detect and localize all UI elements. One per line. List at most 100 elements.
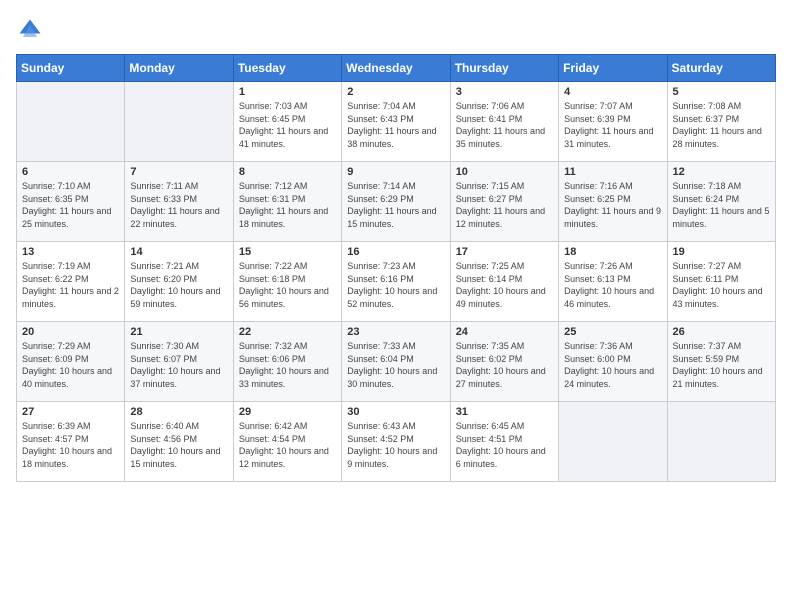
day-info: Sunrise: 7:04 AM Sunset: 6:43 PM Dayligh… xyxy=(347,100,444,150)
day-number: 7 xyxy=(130,166,227,178)
day-number: 29 xyxy=(239,406,336,418)
week-row-3: 13Sunrise: 7:19 AM Sunset: 6:22 PM Dayli… xyxy=(17,242,776,322)
table-cell: 31Sunrise: 6:45 AM Sunset: 4:51 PM Dayli… xyxy=(450,402,558,482)
day-number: 17 xyxy=(456,246,553,258)
day-number: 2 xyxy=(347,86,444,98)
table-cell: 2 Sunrise: 7:04 AM Sunset: 6:43 PM Daylig… xyxy=(342,82,450,162)
table-cell: 4 Sunrise: 7:07 AM Sunset: 6:39 PM Daylig… xyxy=(559,82,667,162)
calendar-body: 1Sunrise: 7:03 AM Sunset: 6:45 PM Daylig… xyxy=(17,82,776,482)
day-number: 30 xyxy=(347,406,444,418)
table-cell: 22 Sunrise: 7:32 AM Sunset: 6:06 PM Dayli… xyxy=(233,322,341,402)
day-info: Sunrise: 6:43 AM Sunset: 4:52 PM Dayligh… xyxy=(347,420,444,470)
day-number: 12 xyxy=(673,166,770,178)
day-number: 27 xyxy=(22,406,119,418)
day-info: Sunrise: 7:12 AM Sunset: 6:31 PM Dayligh… xyxy=(239,180,336,230)
table-cell: 23 Sunrise: 7:33 AM Sunset: 6:04 PM Dayli… xyxy=(342,322,450,402)
table-cell: 1Sunrise: 7:03 AM Sunset: 6:45 PM Daylig… xyxy=(233,82,341,162)
table-cell: 26Sunrise: 7:37 AM Sunset: 5:59 PM Dayli… xyxy=(667,322,775,402)
day-number: 26 xyxy=(673,326,770,338)
day-number: 18 xyxy=(564,246,661,258)
day-info: Sunrise: 6:45 AM Sunset: 4:51 PM Dayligh… xyxy=(456,420,553,470)
day-number: 8 xyxy=(239,166,336,178)
calendar-header: SundayMondayTuesdayWednesdayThursdayFrid… xyxy=(17,55,776,82)
table-cell: 21 Sunrise: 7:30 AM Sunset: 6:07 PM Dayli… xyxy=(125,322,233,402)
table-cell: 30 Sunrise: 6:43 AM Sunset: 4:52 PM Dayli… xyxy=(342,402,450,482)
day-number: 28 xyxy=(130,406,227,418)
day-number: 3 xyxy=(456,86,553,98)
day-info: Sunrise: 7:29 AM Sunset: 6:09 PM Dayligh… xyxy=(22,340,119,390)
table-cell: 7 Sunrise: 7:11 AM Sunset: 6:33 PM Daylig… xyxy=(125,162,233,242)
header-wednesday: Wednesday xyxy=(342,55,450,82)
week-row-4: 20 Sunrise: 7:29 AM Sunset: 6:09 PM Dayli… xyxy=(17,322,776,402)
day-number: 5 xyxy=(673,86,770,98)
week-row-2: 6 Sunrise: 7:10 AM Sunset: 6:35 PM Daylig… xyxy=(17,162,776,242)
table-cell xyxy=(125,82,233,162)
day-number: 11 xyxy=(564,166,661,178)
page-header xyxy=(16,16,776,44)
table-cell: 16 Sunrise: 7:23 AM Sunset: 6:16 PM Dayli… xyxy=(342,242,450,322)
header-friday: Friday xyxy=(559,55,667,82)
week-row-5: 27 Sunrise: 6:39 AM Sunset: 4:57 PM Dayli… xyxy=(17,402,776,482)
day-info: Sunrise: 7:07 AM Sunset: 6:39 PM Dayligh… xyxy=(564,100,661,150)
table-cell: 18 Sunrise: 7:26 AM Sunset: 6:13 PM Dayli… xyxy=(559,242,667,322)
header-monday: Monday xyxy=(125,55,233,82)
day-info: Sunrise: 7:18 AM Sunset: 6:24 PM Dayligh… xyxy=(673,180,770,230)
day-info: Sunrise: 7:26 AM Sunset: 6:13 PM Dayligh… xyxy=(564,260,661,310)
table-cell: 11 Sunrise: 7:16 AM Sunset: 6:25 PM Dayli… xyxy=(559,162,667,242)
table-cell: 12 Sunrise: 7:18 AM Sunset: 6:24 PM Dayli… xyxy=(667,162,775,242)
day-number: 23 xyxy=(347,326,444,338)
day-number: 15 xyxy=(239,246,336,258)
day-number: 14 xyxy=(130,246,227,258)
table-cell: 6 Sunrise: 7:10 AM Sunset: 6:35 PM Daylig… xyxy=(17,162,125,242)
table-cell: 28 Sunrise: 6:40 AM Sunset: 4:56 PM Dayli… xyxy=(125,402,233,482)
day-number: 4 xyxy=(564,86,661,98)
table-cell: 5 Sunrise: 7:08 AM Sunset: 6:37 PM Daylig… xyxy=(667,82,775,162)
day-number: 21 xyxy=(130,326,227,338)
day-info: Sunrise: 7:11 AM Sunset: 6:33 PM Dayligh… xyxy=(130,180,227,230)
day-info: Sunrise: 7:06 AM Sunset: 6:41 PM Dayligh… xyxy=(456,100,553,150)
day-info: Sunrise: 6:40 AM Sunset: 4:56 PM Dayligh… xyxy=(130,420,227,470)
table-cell: 19 Sunrise: 7:27 AM Sunset: 6:11 PM Dayli… xyxy=(667,242,775,322)
table-cell xyxy=(559,402,667,482)
day-info: Sunrise: 7:08 AM Sunset: 6:37 PM Dayligh… xyxy=(673,100,770,150)
day-number: 16 xyxy=(347,246,444,258)
table-cell: 17 Sunrise: 7:25 AM Sunset: 6:14 PM Dayli… xyxy=(450,242,558,322)
day-info: Sunrise: 6:39 AM Sunset: 4:57 PM Dayligh… xyxy=(22,420,119,470)
day-number: 9 xyxy=(347,166,444,178)
table-cell: 15Sunrise: 7:22 AM Sunset: 6:18 PM Dayli… xyxy=(233,242,341,322)
day-number: 6 xyxy=(22,166,119,178)
table-cell: 24Sunrise: 7:35 AM Sunset: 6:02 PM Dayli… xyxy=(450,322,558,402)
day-info: Sunrise: 7:27 AM Sunset: 6:11 PM Dayligh… xyxy=(673,260,770,310)
table-cell: 9 Sunrise: 7:14 AM Sunset: 6:29 PM Daylig… xyxy=(342,162,450,242)
day-info: Sunrise: 7:30 AM Sunset: 6:07 PM Dayligh… xyxy=(130,340,227,390)
table-cell xyxy=(17,82,125,162)
table-cell xyxy=(667,402,775,482)
day-number: 24 xyxy=(456,326,553,338)
day-info: Sunrise: 7:14 AM Sunset: 6:29 PM Dayligh… xyxy=(347,180,444,230)
day-number: 19 xyxy=(673,246,770,258)
day-info: Sunrise: 7:23 AM Sunset: 6:16 PM Dayligh… xyxy=(347,260,444,310)
logo-icon xyxy=(16,16,44,44)
day-info: Sunrise: 7:32 AM Sunset: 6:06 PM Dayligh… xyxy=(239,340,336,390)
header-sunday: Sunday xyxy=(17,55,125,82)
day-info: Sunrise: 7:16 AM Sunset: 6:25 PM Dayligh… xyxy=(564,180,661,230)
day-info: Sunrise: 7:15 AM Sunset: 6:27 PM Dayligh… xyxy=(456,180,553,230)
day-number: 25 xyxy=(564,326,661,338)
logo xyxy=(16,16,48,44)
day-number: 20 xyxy=(22,326,119,338)
table-cell: 20 Sunrise: 7:29 AM Sunset: 6:09 PM Dayli… xyxy=(17,322,125,402)
day-number: 22 xyxy=(239,326,336,338)
day-info: Sunrise: 7:10 AM Sunset: 6:35 PM Dayligh… xyxy=(22,180,119,230)
day-info: Sunrise: 7:33 AM Sunset: 6:04 PM Dayligh… xyxy=(347,340,444,390)
table-cell: 29 Sunrise: 6:42 AM Sunset: 4:54 PM Dayli… xyxy=(233,402,341,482)
day-info: Sunrise: 7:21 AM Sunset: 6:20 PM Dayligh… xyxy=(130,260,227,310)
header-row: SundayMondayTuesdayWednesdayThursdayFrid… xyxy=(17,55,776,82)
header-tuesday: Tuesday xyxy=(233,55,341,82)
table-cell: 14 Sunrise: 7:21 AM Sunset: 6:20 PM Dayli… xyxy=(125,242,233,322)
table-cell: 25Sunrise: 7:36 AM Sunset: 6:00 PM Dayli… xyxy=(559,322,667,402)
day-info: Sunrise: 6:42 AM Sunset: 4:54 PM Dayligh… xyxy=(239,420,336,470)
day-info: Sunrise: 7:25 AM Sunset: 6:14 PM Dayligh… xyxy=(456,260,553,310)
table-cell: 3 Sunrise: 7:06 AM Sunset: 6:41 PM Daylig… xyxy=(450,82,558,162)
day-number: 1 xyxy=(239,86,336,98)
header-saturday: Saturday xyxy=(667,55,775,82)
